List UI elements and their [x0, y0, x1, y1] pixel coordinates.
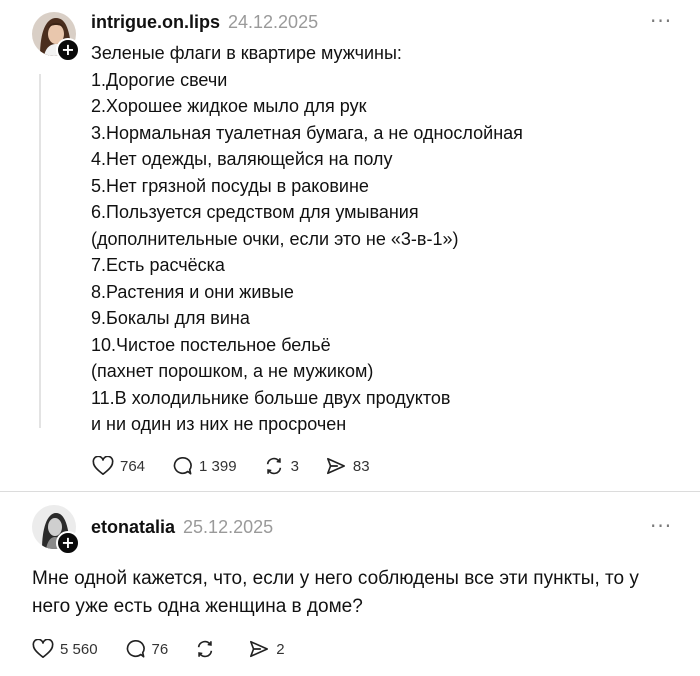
repost-count: 3 [290, 457, 299, 475]
post-date: 24.12.2025 [228, 12, 319, 32]
text-line: 9.Бокалы для вина [91, 308, 250, 328]
repost-button[interactable]: 3 [263, 456, 299, 476]
post-header: etonatalia 25.12.2025 [91, 517, 273, 538]
like-button[interactable]: 5 560 [32, 639, 98, 659]
more-options-icon[interactable]: ··· [650, 516, 674, 537]
post-etonatalia: + etonatalia 25.12.2025 ··· Мне одной ка… [0, 493, 700, 676]
like-button[interactable]: 764 [92, 456, 145, 476]
follow-plus-icon[interactable]: + [56, 531, 80, 555]
repost-icon [198, 640, 213, 658]
text-line: 5.Нет грязной посуды в раковине [91, 175, 369, 196]
heart-icon [32, 639, 54, 658]
text-line: 3.Нормальная туалетная бумага, а не одно… [91, 122, 523, 143]
send-icon [250, 640, 269, 658]
comment-button[interactable]: 76 [124, 639, 169, 659]
username[interactable]: intrigue.on.lips [91, 12, 220, 33]
post-date: 25.12.2025 [183, 517, 274, 537]
share-count: 83 [352, 457, 370, 475]
follow-plus-icon[interactable]: + [56, 38, 80, 62]
post-intrigue: + intrigue.on.lips 24.12.2025 ··· Зелены… [0, 0, 700, 492]
heart-icon [92, 456, 114, 475]
post-actions: 5 560 76 2 [32, 639, 311, 659]
post-header: intrigue.on.lips 24.12.2025 [91, 12, 318, 33]
text-line: (пахнет порошком, а не мужиком) [91, 361, 374, 381]
post-text: Зеленые флаги в квартире мужчины: 1.Доро… [91, 40, 681, 438]
text-line: него уже есть одна женщина в доме? [32, 596, 363, 617]
send-icon [326, 457, 345, 475]
like-count: 764 [120, 457, 146, 475]
comment-count: 76 [151, 640, 169, 658]
text-line: 1.Дорогие свечи [91, 69, 228, 90]
text-line: 10.Чистое постельное бельё [91, 334, 331, 355]
share-button[interactable]: 2 [248, 639, 285, 659]
comment-icon [126, 639, 145, 658]
comment-count: 1 399 [199, 457, 237, 475]
text-line: (дополнительные очки, если это не «3-в-1… [91, 228, 459, 249]
text-line: 2.Хорошее жидкое мыло для рук [91, 96, 367, 116]
comment-button[interactable]: 1 399 [171, 456, 237, 476]
username[interactable]: etonatalia [91, 517, 175, 538]
text-line: 7.Есть расчёска [91, 255, 225, 275]
share-button[interactable]: 83 [325, 456, 370, 476]
text-line: 4.Нет одежды, валяющейся на полу [91, 149, 393, 169]
repost-button[interactable] [194, 639, 222, 659]
text-line: 8.Растения и они живые [91, 281, 294, 302]
text-line: Мне одной кажется, что, если у него собл… [32, 568, 639, 589]
text-line: Зеленые флаги в квартире мужчины: [91, 43, 402, 63]
text-line: и ни один из них не просрочен [91, 414, 347, 434]
post-divider [0, 491, 700, 492]
post-actions: 764 1 399 3 83 [92, 456, 396, 476]
text-line: 11.В холодильнике больше двух продуктов [91, 387, 451, 408]
text-line: 6.Пользуется средством для умывания [91, 202, 419, 222]
comment-text: Мне одной кажется, что, если у него собл… [32, 565, 662, 621]
more-options-icon[interactable]: ··· [650, 11, 674, 32]
repost-icon [266, 457, 281, 475]
like-count: 5 560 [60, 640, 98, 658]
thread-line [39, 74, 41, 428]
share-count: 2 [276, 640, 285, 658]
comment-icon [173, 456, 192, 475]
